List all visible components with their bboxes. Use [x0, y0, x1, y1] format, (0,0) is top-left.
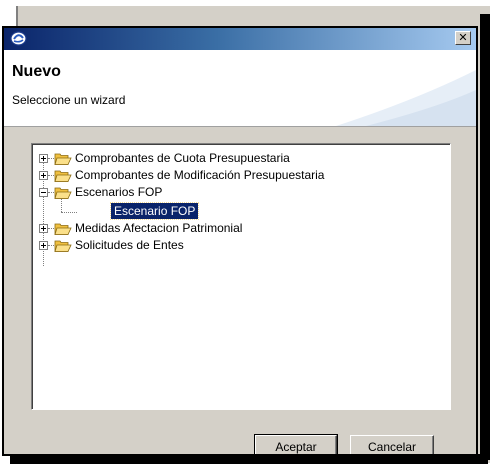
- title-bar[interactable]: ✕: [4, 28, 476, 50]
- tree-item-label-selected[interactable]: Escenario FOP: [109, 202, 200, 220]
- tree-item-label: Comprobantes de Modificación Presupuesta…: [75, 168, 325, 182]
- close-icon: ✕: [458, 31, 468, 44]
- folder-icon: [54, 153, 72, 165]
- eclipse-icon: [10, 31, 27, 46]
- cancel-button[interactable]: Cancelar: [350, 435, 434, 454]
- tree-connector: [61, 212, 77, 214]
- tree-item-label: Escenarios FOP: [75, 185, 163, 199]
- wizard-header: Nuevo Seleccione un wizard: [4, 50, 476, 127]
- expand-icon[interactable]: [39, 154, 48, 163]
- expand-icon[interactable]: [39, 224, 48, 233]
- page-subtitle: Seleccione un wizard: [12, 93, 126, 107]
- page-title: Nuevo: [12, 63, 61, 80]
- collapse-icon[interactable]: [39, 188, 48, 197]
- expand-icon[interactable]: [39, 171, 48, 180]
- accept-button[interactable]: Aceptar: [254, 434, 338, 454]
- window-shadow: [480, 14, 490, 460]
- new-wizard-dialog: ✕ Nuevo Seleccione un wizard Comprobante…: [2, 26, 478, 456]
- tree-item-label: Medidas Afectacion Patrimonial: [75, 221, 243, 235]
- folder-icon: [54, 223, 72, 235]
- tree-item-label: Comprobantes de Cuota Presupuestaria: [75, 151, 290, 165]
- expand-icon[interactable]: [39, 241, 48, 250]
- folder-icon: [54, 240, 72, 252]
- wizard-tree[interactable]: Comprobantes de Cuota Presupuestaria Com…: [31, 143, 451, 410]
- folder-open-icon: [54, 187, 72, 199]
- close-button[interactable]: ✕: [455, 31, 471, 45]
- tree-item-label: Solicitudes de Entes: [75, 238, 184, 252]
- folder-icon: [54, 170, 72, 182]
- header-decoration: [336, 70, 476, 126]
